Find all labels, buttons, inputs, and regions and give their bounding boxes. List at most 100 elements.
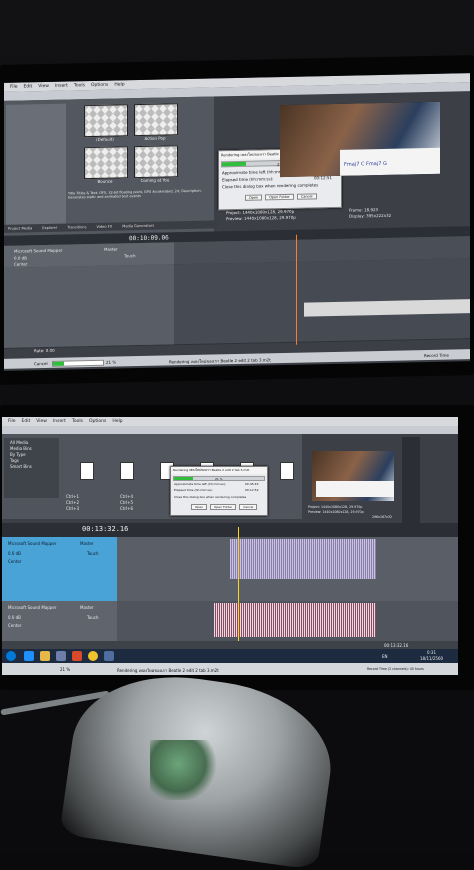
tab-transitions[interactable]: Transitions — [67, 225, 86, 229]
track-2-vol[interactable]: 0.0 dB — [8, 615, 21, 620]
open-folder-button[interactable]: Open Folder — [265, 193, 294, 201]
top-audio-fx: Master — [104, 246, 118, 252]
display-size: 296x167x32 — [372, 515, 392, 519]
chrome-icon[interactable] — [88, 651, 98, 661]
generator-action-pop[interactable] — [134, 103, 178, 137]
status-cancel-button[interactable]: Cancel — [34, 361, 48, 366]
track-2-touch[interactable]: Touch — [87, 615, 98, 620]
display-size: 395x222x32 — [366, 212, 392, 219]
generator-bounce[interactable] — [84, 146, 128, 180]
audio-waveform-1[interactable] — [230, 539, 376, 579]
chord-line: Fmaj7 C Fmaj7 G — [344, 160, 387, 168]
menu-edit[interactable]: Edit — [22, 419, 31, 424]
status-percent: 21 % — [106, 359, 117, 365]
open-folder-button[interactable]: Open Folder — [209, 504, 237, 510]
frame-info: Frame: 18,923 — [349, 207, 379, 213]
render-percent: 21 % — [215, 477, 223, 481]
top-audio-touch[interactable]: Touch — [124, 253, 135, 258]
render-progress-fill — [174, 477, 193, 480]
tab-media-generators[interactable]: Media Generators — [122, 224, 154, 229]
chord-label-3: Ctrl+3 — [66, 506, 80, 511]
render-dialog-title: Rendering เพลงใหม่ของเรา Beatle 2 edit 2… — [171, 467, 267, 474]
start-button-icon[interactable] — [6, 651, 16, 661]
top-audio-name: Microsoft Sound Mapper — [14, 247, 63, 254]
bottom-menubar: File Edit View Insert Tools Options Help — [2, 417, 458, 426]
menu-view[interactable]: View — [36, 419, 47, 424]
close-when-done-checkbox[interactable]: Close this dialog box when rendering com… — [174, 495, 246, 499]
explorer-icon[interactable] — [40, 651, 50, 661]
generator-default-label: (Default) — [96, 136, 114, 142]
track-1-pan[interactable]: Center — [8, 559, 21, 564]
photo-scene: File Edit View Insert Tools Options Help… — [0, 0, 474, 870]
generator-action-pop-label: Action Pop — [144, 135, 166, 141]
close-when-done-checkbox[interactable]: Close this dialog box when rendering com… — [222, 182, 318, 189]
top-playhead[interactable] — [296, 234, 297, 345]
tree-tags[interactable]: Tags — [10, 458, 19, 463]
render-progress-fill — [222, 161, 247, 167]
elapsed-label: Elapsed time (hh:mm:ss): — [174, 488, 213, 492]
tab-explorer[interactable]: Explorer — [42, 226, 57, 230]
menu-tools[interactable]: Tools — [72, 419, 83, 424]
tree-by-type[interactable]: By Type — [10, 452, 26, 457]
open-button[interactable]: Open — [191, 504, 208, 510]
menu-file[interactable]: File — [8, 419, 16, 424]
menu-insert[interactable]: Insert — [53, 419, 66, 424]
top-audio-vol[interactable]: 0.0 dB — [14, 255, 27, 260]
menu-help[interactable]: Help — [114, 82, 124, 87]
menu-options[interactable]: Options — [89, 419, 106, 424]
menu-tools[interactable]: Tools — [74, 83, 85, 88]
bottom-playhead[interactable] — [238, 527, 239, 647]
top-statusbar: Cancel 21 % Rendering เพลงใหม่ของเรา Bea… — [4, 349, 470, 369]
elapsed-value: 00:12:52 — [245, 488, 259, 492]
media-tree: All Media Media Bins By Type Tags Smart … — [4, 438, 59, 498]
tree-all-media[interactable]: All Media — [10, 440, 28, 445]
track-1-touch[interactable]: Touch — [87, 551, 98, 556]
frame-number: 18,923 — [364, 207, 379, 213]
menu-file[interactable]: File — [10, 85, 18, 90]
generator-coming-at-you-label: Coming at You — [140, 177, 170, 184]
clock-date: 18/11/2560 — [420, 656, 444, 661]
tab-project-media[interactable]: Project Media — [8, 226, 32, 231]
cancel-render-button[interactable]: Cancel — [239, 504, 258, 510]
record-time: Record Time (2 channels): 45 hours — [367, 667, 424, 671]
chord-thumb-1[interactable] — [80, 462, 94, 480]
taskbar: EN 0:31 18/11/2560 — [2, 649, 458, 663]
bottom-monitor: File Edit View Insert Tools Options Help… — [0, 405, 474, 690]
bottom-statusbar: 21 % Rendering เพลงใหม่ของเรา Beatle 2 e… — [2, 663, 458, 675]
language-indicator[interactable]: EN — [382, 654, 388, 659]
audio-track-2-header: Microsoft Sound Mapper Master 0.0 dB Cen… — [2, 601, 117, 641]
vegas-taskbar-icon[interactable] — [104, 651, 114, 661]
menu-view[interactable]: View — [38, 84, 49, 89]
menu-insert[interactable]: Insert — [55, 84, 68, 89]
render-dialog: Rendering เพลงใหม่ของเรา Beatle 2 edit 2… — [170, 466, 268, 516]
bottom-ruler[interactable] — [2, 523, 458, 537]
record-time: Record Time — [424, 352, 449, 359]
status-percent: 21 % — [60, 667, 71, 672]
tree-smart-bins[interactable]: Smart Bins — [10, 464, 32, 469]
menu-options[interactable]: Options — [91, 83, 108, 88]
track-2-pan[interactable]: Center — [8, 623, 21, 628]
status-progress-fill — [53, 361, 64, 366]
ie-icon[interactable] — [24, 651, 34, 661]
generator-coming-at-you[interactable] — [134, 145, 178, 179]
preview-info: Preview: 1440x1080x128, 29.970p — [308, 510, 364, 514]
top-audio-pan[interactable]: Center — [14, 261, 27, 266]
chord-thumb-2[interactable] — [120, 462, 134, 480]
menu-edit[interactable]: Edit — [24, 84, 33, 89]
status-message: Rendering เพลงใหม่ของเรา Beatle 2 edit 2… — [169, 357, 271, 365]
top-monitor: File Edit View Insert Tools Options Help… — [0, 55, 474, 385]
chord-thumb-6[interactable] — [280, 462, 294, 480]
bag-print — [150, 740, 220, 800]
tree-media-bins[interactable]: Media Bins — [10, 446, 32, 451]
generator-description: Title Titles & Text: OFX, 32-bit floatin… — [68, 188, 202, 200]
project-info: Project: 1440x1080x128, 29.970p — [308, 505, 363, 509]
open-button[interactable]: Open — [245, 194, 263, 201]
track-1-vol[interactable]: 0.0 dB — [8, 551, 21, 556]
tab-video-fx[interactable]: Video FX — [96, 225, 112, 229]
cancel-render-button[interactable]: Cancel — [297, 193, 317, 200]
media-icon[interactable] — [56, 651, 66, 661]
app-icon[interactable] — [72, 651, 82, 661]
generator-default[interactable] — [84, 104, 128, 138]
chord-label-5: Ctrl+5 — [120, 500, 134, 505]
menu-help[interactable]: Help — [112, 419, 122, 424]
